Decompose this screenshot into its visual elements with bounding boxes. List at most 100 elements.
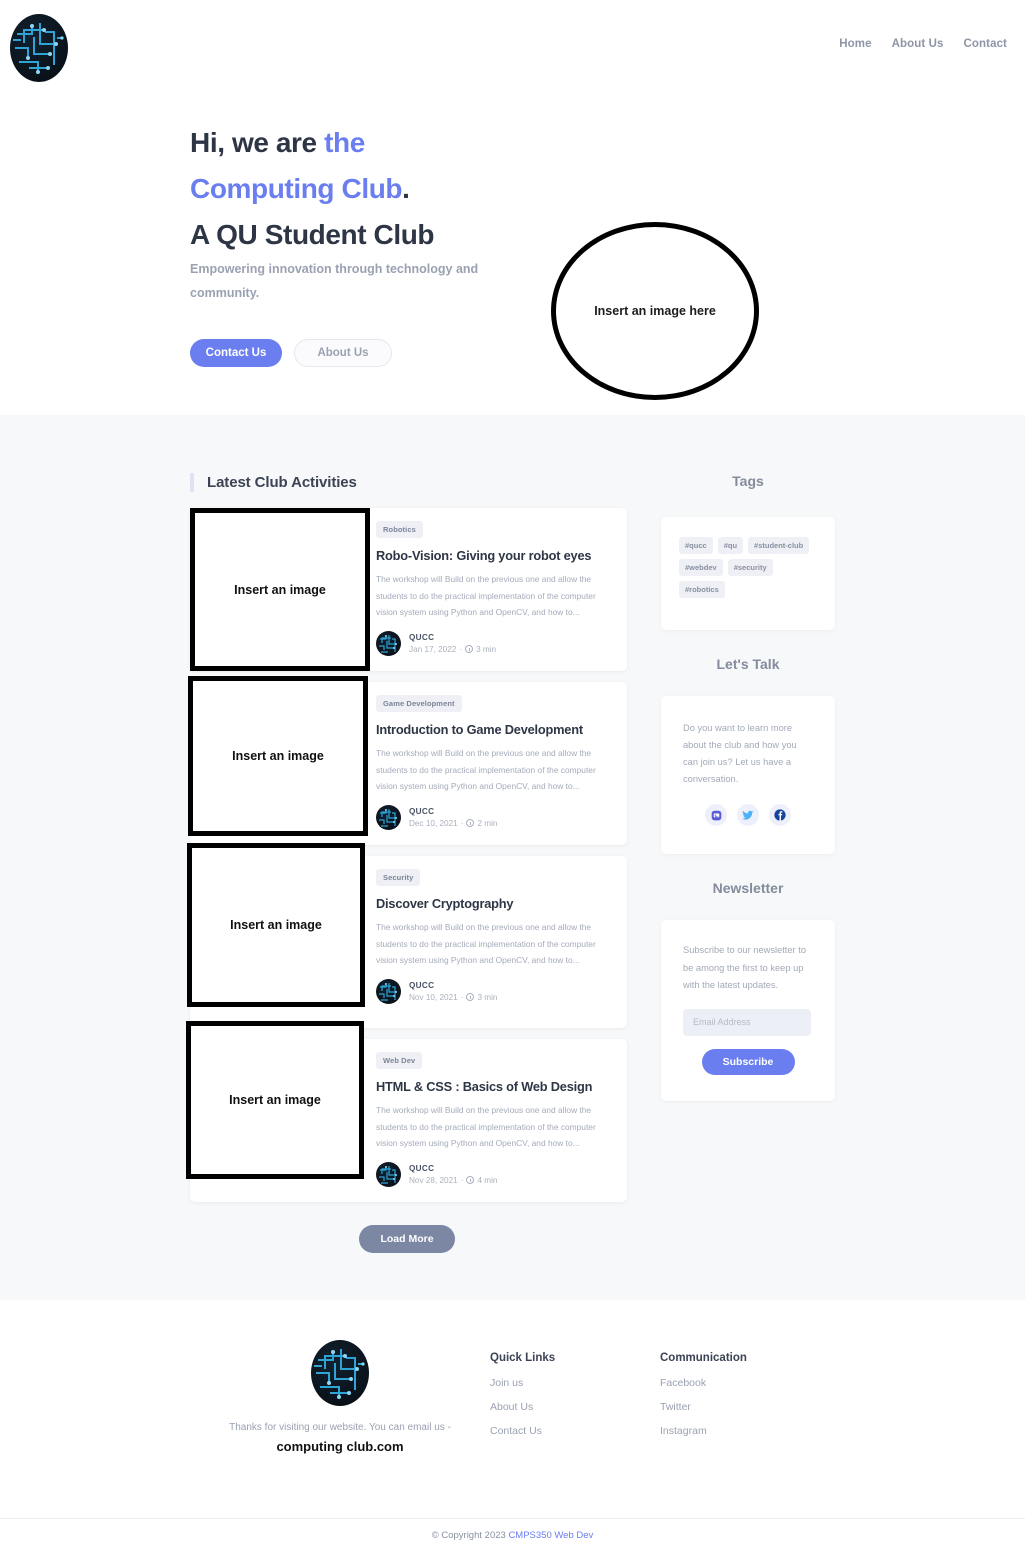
card-tag-badge[interactable]: Web Dev bbox=[376, 1052, 423, 1069]
card-image-placeholder: Insert an image bbox=[190, 508, 370, 671]
lets-talk-text: Do you want to learn more about the club… bbox=[683, 723, 797, 784]
about-us-button[interactable]: About Us bbox=[294, 339, 392, 367]
footer-link-twitter[interactable]: Twitter bbox=[660, 1401, 830, 1413]
card-tag-badge[interactable]: Robotics bbox=[376, 521, 423, 538]
footer-quick-links: Quick Links Join us About Us Contact Us bbox=[490, 1340, 660, 1454]
social-links bbox=[683, 804, 813, 826]
card-date: Jan 17, 2022 bbox=[409, 644, 457, 654]
activity-card[interactable]: Insert an image Web Dev HTML & CSS : Bas… bbox=[186, 1021, 627, 1202]
site-footer: Thanks for visiting our website. You can… bbox=[0, 1300, 1025, 1518]
nav-link-home[interactable]: Home bbox=[839, 38, 871, 50]
footer-email[interactable]: computing club.com bbox=[190, 1439, 490, 1454]
page-title: Latest Club Activities bbox=[207, 474, 357, 491]
avatar bbox=[376, 978, 401, 1004]
copyright-link[interactable]: CMPS350 Web Dev bbox=[508, 1530, 593, 1541]
card-meta: QUCC Nov 10, 2021 · 3 min bbox=[376, 978, 616, 1004]
page-root: Home About Us Contact Hi, we are the Com… bbox=[0, 0, 1025, 1552]
card-author: QUCC bbox=[409, 980, 435, 990]
instagram-icon[interactable] bbox=[705, 804, 727, 826]
tag-item[interactable]: #qu bbox=[717, 537, 744, 554]
card-author-block: QUCC Dec 10, 2021 · 2 min bbox=[409, 807, 497, 828]
hero-title-accent-2: Computing Club bbox=[190, 173, 403, 204]
lets-talk-card: Do you want to learn more about the club… bbox=[661, 696, 835, 854]
tag-item[interactable]: #robotics bbox=[679, 581, 725, 598]
footer-communication-title: Communication bbox=[660, 1352, 747, 1364]
card-tag-badge[interactable]: Game Development bbox=[376, 695, 462, 712]
contact-us-button[interactable]: Contact Us bbox=[190, 339, 282, 367]
footer-link-about-us[interactable]: About Us bbox=[490, 1401, 660, 1413]
footer-brand: Thanks for visiting our website. You can… bbox=[190, 1340, 490, 1454]
footer-communication: Communication Facebook Twitter Instagram bbox=[660, 1340, 830, 1454]
newsletter-card: Subscribe to our newsletter to be among … bbox=[661, 920, 835, 1101]
card-title[interactable]: Discover Cryptography bbox=[376, 896, 616, 911]
card-body: Web Dev HTML & CSS : Basics of Web Desig… bbox=[376, 1050, 616, 1187]
tag-item[interactable]: #qucc bbox=[679, 537, 713, 554]
meta-separator: · bbox=[460, 1175, 464, 1185]
card-read-time: 3 min bbox=[477, 992, 498, 1002]
card-author: QUCC bbox=[409, 632, 435, 642]
card-title[interactable]: Introduction to Game Development bbox=[376, 722, 616, 737]
tag-item[interactable]: #webdev bbox=[679, 559, 723, 576]
card-image-placeholder-label: Insert an image bbox=[230, 918, 322, 932]
card-date-readtime: Nov 28, 2021 · 4 min bbox=[409, 1176, 497, 1185]
copyright-text: © Copyright 2023 CMPS350 Web Dev bbox=[432, 1530, 594, 1541]
hero-title-accent-1: the bbox=[324, 127, 365, 158]
subscribe-button[interactable]: Subscribe bbox=[701, 1048, 795, 1075]
hero-buttons: Contact Us About Us bbox=[190, 339, 392, 367]
twitter-icon[interactable] bbox=[737, 804, 759, 826]
tag-item[interactable]: #student-club bbox=[748, 537, 810, 554]
email-field[interactable] bbox=[683, 1008, 811, 1036]
facebook-icon[interactable] bbox=[769, 804, 791, 826]
hero-image-placeholder-label: Insert an image here bbox=[594, 304, 716, 318]
activity-card[interactable]: Insert an image Game Development Introdu… bbox=[188, 676, 627, 845]
card-read-time: 4 min bbox=[477, 1175, 498, 1185]
tags-title: Tags bbox=[732, 473, 764, 489]
card-author: QUCC bbox=[409, 806, 435, 816]
card-excerpt: The workshop will Build on the previous … bbox=[376, 922, 596, 965]
activity-card[interactable]: Insert an image Robotics Robo-Vision: Gi… bbox=[190, 508, 627, 671]
load-more-button[interactable]: Load More bbox=[359, 1225, 455, 1253]
card-date-readtime: Dec 10, 2021 · 2 min bbox=[409, 819, 497, 828]
main-nav: Home About Us Contact bbox=[839, 38, 1007, 50]
copyright-bar: © Copyright 2023 CMPS350 Web Dev bbox=[0, 1518, 1025, 1552]
hero-section: Hi, we are the Computing Club. A QU Stud… bbox=[0, 96, 1025, 415]
card-body: Security Discover Cryptography The works… bbox=[376, 867, 616, 1004]
clock-icon bbox=[465, 645, 474, 653]
card-tag-badge[interactable]: Security bbox=[376, 869, 421, 886]
card-image-placeholder: Insert an image bbox=[186, 1021, 364, 1179]
activity-card[interactable]: Insert an image Security Discover Crypto… bbox=[187, 843, 627, 1028]
footer-quick-links-title: Quick Links bbox=[490, 1352, 556, 1364]
hero-title-plain-1: Hi, we are bbox=[190, 127, 325, 158]
footer-link-join-us[interactable]: Join us bbox=[490, 1377, 660, 1389]
meta-separator: · bbox=[460, 818, 464, 828]
card-author-block: QUCC Nov 28, 2021 · 4 min bbox=[409, 1164, 497, 1185]
avatar bbox=[376, 1161, 401, 1187]
footer-link-contact-us[interactable]: Contact Us bbox=[490, 1425, 660, 1437]
heading-accent-bar bbox=[190, 473, 194, 492]
nav-link-about-us[interactable]: About Us bbox=[892, 38, 944, 50]
tag-item[interactable]: #security bbox=[727, 559, 773, 576]
logo-link[interactable] bbox=[10, 14, 68, 82]
hero-title-line-3: A QU Student Club bbox=[190, 219, 435, 250]
card-date: Nov 28, 2021 bbox=[409, 1175, 458, 1185]
clock-icon bbox=[466, 1176, 475, 1184]
sidebar: Tags #qucc #qu #student-club #webdev #se… bbox=[661, 415, 835, 1101]
newsletter-text: Subscribe to our newsletter to be among … bbox=[683, 945, 806, 990]
card-date-readtime: Nov 10, 2021 · 3 min bbox=[409, 993, 497, 1002]
card-body: Robotics Robo-Vision: Giving your robot … bbox=[376, 519, 616, 656]
card-date-readtime: Jan 17, 2022 · 3 min bbox=[409, 645, 496, 654]
card-excerpt: The workshop will Build on the previous … bbox=[376, 748, 596, 791]
footer-columns: Thanks for visiting our website. You can… bbox=[190, 1340, 840, 1454]
footer-link-facebook[interactable]: Facebook bbox=[660, 1377, 830, 1389]
card-author-block: QUCC Nov 10, 2021 · 3 min bbox=[409, 981, 497, 1002]
activities-section: Latest Club Activities Insert an image R… bbox=[0, 415, 1025, 1300]
card-title[interactable]: Robo-Vision: Giving your robot eyes bbox=[376, 548, 616, 563]
tag-list: #qucc #qu #student-club #webdev #securit… bbox=[679, 537, 817, 598]
footer-link-instagram[interactable]: Instagram bbox=[660, 1425, 830, 1437]
card-image-placeholder: Insert an image bbox=[187, 843, 365, 1007]
activity-card-list: Insert an image Robotics Robo-Vision: Gi… bbox=[186, 508, 627, 1213]
card-title[interactable]: HTML & CSS : Basics of Web Design bbox=[376, 1079, 616, 1094]
nav-link-contact[interactable]: Contact bbox=[963, 38, 1007, 50]
card-author: QUCC bbox=[409, 1163, 435, 1173]
card-image-placeholder-label: Insert an image bbox=[229, 1093, 321, 1107]
